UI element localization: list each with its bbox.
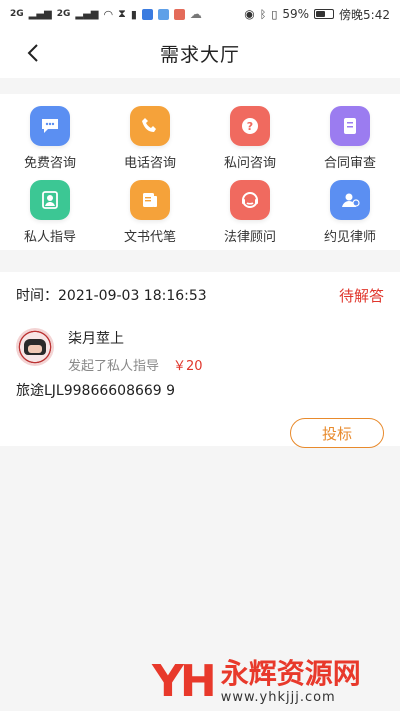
user-row: 柒月莖上 发起了私人指导 ￥20 <box>16 328 384 374</box>
service-item-4[interactable]: 合同审查 <box>300 106 400 172</box>
page-title: 需求大厅 <box>159 43 240 66</box>
avatar[interactable] <box>16 328 54 366</box>
signal-2g-label-2: 2G <box>56 9 71 19</box>
eye-icon: ◉ <box>244 7 255 21</box>
service-label: 合同审查 <box>323 156 376 171</box>
battery-percent: 59% <box>282 7 310 21</box>
service-label: 文书代笔 <box>123 230 176 245</box>
vibrate-icon: ▯ <box>271 7 278 21</box>
bid-button[interactable]: 投标 <box>290 418 384 448</box>
meet-icon <box>330 180 370 220</box>
watermark-name: 永辉资源网 <box>220 657 361 691</box>
bid-row: 投标 <box>16 418 384 448</box>
service-item-2[interactable]: 电话咨询 <box>100 106 200 172</box>
cloud-icon: ☁ <box>189 7 202 21</box>
request-card[interactable]: 时间：2021-09-03 18:16:53 待解答 柒月莖上 发起了私人指导 … <box>0 272 400 448</box>
service-item-3[interactable]: ? 私问咨询 <box>200 106 300 172</box>
chevron-left-icon <box>27 44 38 62</box>
app-notify-icon-blue <box>141 8 153 20</box>
question-icon: ? <box>230 106 270 146</box>
bluetooth-icon: ᛒ <box>259 7 267 21</box>
wifi-icon: ◠ <box>103 7 114 21</box>
request-time: 时间：2021-09-03 18:16:53 <box>16 288 207 304</box>
status-bar: 2G ▂▄▆ 2G ▂▄▆ ◠ ⧗ ▮ ☁ ◉ ᛒ ▯ 59% 傍晚5:42 <box>0 0 400 28</box>
request-subline: 发起了私人指导 ￥20 <box>68 355 203 374</box>
person-icon <box>30 180 70 220</box>
request-price: ￥20 <box>173 359 203 374</box>
watermark-text: 永辉资源网 www.yhkjjj.com <box>220 657 361 705</box>
service-item-6[interactable]: 文书代笔 <box>100 180 200 246</box>
hourglass-icon: ⧗ <box>118 7 126 20</box>
clock-time: 傍晚5:42 <box>339 7 390 22</box>
user-info: 柒月莖上 发起了私人指导 ￥20 <box>68 328 203 374</box>
service-label: 约见律师 <box>323 230 376 245</box>
back-button[interactable] <box>18 36 48 70</box>
service-label: 私问咨询 <box>223 156 276 171</box>
service-label: 免费咨询 <box>23 156 76 171</box>
watermark: YH 永辉资源网 www.yhkjjj.com <box>152 656 361 708</box>
signal-bars-icon: ▂▄▆ <box>28 8 52 20</box>
app-notify-icon-red <box>173 8 185 20</box>
battery-fill <box>316 11 326 17</box>
nav-bar: 需求大厅 <box>0 28 400 78</box>
request-content: 旅途LJL99866608669 9 <box>16 383 176 399</box>
service-item-1[interactable]: 免费咨询 <box>0 106 100 172</box>
service-label: 法律顾问 <box>223 230 276 245</box>
services-grid: 免费咨询 电话咨询? 私问咨询 合同审查 私人指导 文书代笔 法律顾问 约见律师 <box>0 106 400 246</box>
chat-bubble-icon <box>30 106 70 146</box>
signal-2g-label-1: 2G <box>10 9 24 19</box>
headset-icon <box>230 180 270 220</box>
battery-icon <box>314 9 335 19</box>
service-label: 电话咨询 <box>123 156 176 171</box>
svg-text:?: ? <box>247 120 253 133</box>
status-badge: 待解答 <box>338 286 384 305</box>
service-item-5[interactable]: 私人指导 <box>0 180 100 246</box>
writing-icon <box>130 180 170 220</box>
request-action: 发起了私人指导 <box>68 359 160 374</box>
service-item-7[interactable]: 法律顾问 <box>200 180 300 246</box>
request-header: 时间：2021-09-03 18:16:53 待解答 <box>16 284 384 306</box>
phone-icon <box>130 106 170 146</box>
status-left: 2G ▂▄▆ 2G ▂▄▆ ◠ ⧗ ▮ ☁ <box>10 7 202 21</box>
service-label: 私人指导 <box>23 230 76 245</box>
download-icon: ▮ <box>130 7 137 21</box>
watermark-logo: YH <box>152 656 217 708</box>
services-panel: 免费咨询 电话咨询? 私问咨询 合同审查 私人指导 文书代笔 法律顾问 约见律师 <box>0 94 400 250</box>
app-notify-icon-blue-2 <box>157 8 169 20</box>
status-right: ◉ ᛒ ▯ 59% 傍晚5:42 <box>244 6 390 23</box>
signal-bars-icon-2: ▂▄▆ <box>75 8 99 20</box>
watermark-url: www.yhkjjj.com <box>220 690 336 705</box>
service-item-8[interactable]: 约见律师 <box>300 180 400 246</box>
avatar-face <box>24 339 46 355</box>
document-icon <box>330 106 370 146</box>
username: 柒月莖上 <box>68 331 124 347</box>
